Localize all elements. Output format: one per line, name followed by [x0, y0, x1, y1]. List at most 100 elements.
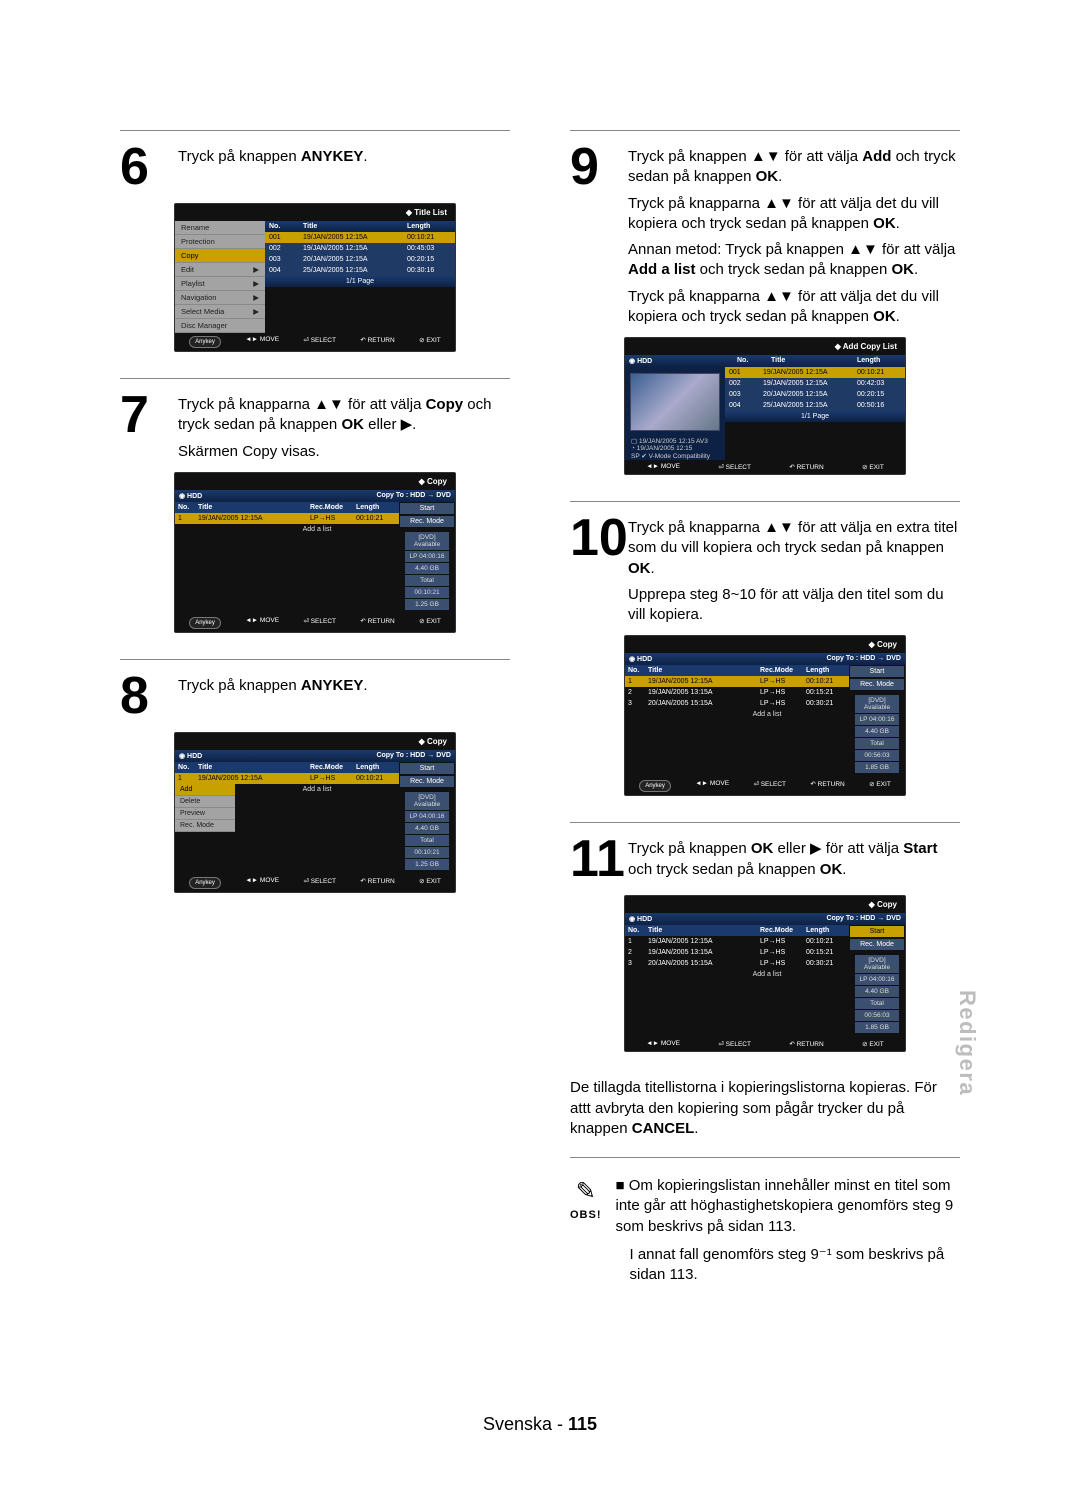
osd-help-bar: Anykey◄► MOVE⏎ SELECT↶ RETURN⊘ EXIT	[175, 614, 455, 632]
table-row[interactable]: 320/JAN/2005 15:15ALP→HS00:30:21	[625, 958, 849, 969]
osd-copy-step7: Copy◉ HDDCopy To : HDD → DVDNo.TitleRec.…	[174, 472, 456, 633]
step-text: Tryck på knappen ANYKEY.	[178, 147, 368, 167]
osd-help-bar: Anykey◄► MOVE⏎ SELECT↶ RETURN⊘ EXIT	[175, 874, 455, 892]
side-button[interactable]: Rec. Mode	[400, 516, 454, 527]
menu-item[interactable]: Select Media▶	[175, 305, 265, 319]
step-text: Upprepa steg 8~10 för att välja den tite…	[628, 585, 960, 626]
step-text: Tryck på knapparna ▲▼ för att välja Copy…	[178, 395, 510, 436]
step-text: Tryck på knapparna ▲▼ för att välja det …	[628, 287, 960, 328]
step-text: Tryck på knapparna ▲▼ för att välja en e…	[628, 518, 960, 579]
note-line: I annat fall genomförs steg 9⁻¹ som besk…	[616, 1245, 961, 1286]
osd-copy-step10: Copy◉ HDDCopy To : HDD → DVDNo.TitleRec.…	[624, 635, 906, 796]
note-label: OBS!	[570, 1208, 602, 1223]
page-footer: Svenska - 115	[0, 1414, 1080, 1435]
menu-item[interactable]: Copy	[175, 249, 265, 263]
osd-title-list: Title List RenameProtectionCopyEdit▶Play…	[174, 203, 456, 352]
step-number: 10	[570, 512, 620, 564]
step-text: Tryck på knappen OK eller ▶ för att välj…	[628, 839, 960, 880]
osd-help-bar: ◄► MOVE⏎ SELECT↶ RETURN⊘ EXIT	[625, 1037, 905, 1051]
divider	[570, 501, 960, 502]
osd-title: Copy	[175, 733, 455, 750]
osd-title: Copy	[175, 473, 455, 490]
table-row[interactable]: 00219/JAN/2005 12:15A00:42:03	[725, 378, 905, 389]
table-row[interactable]: 00320/JAN/2005 12:15A00:20:15	[265, 254, 455, 265]
table-row[interactable]: 119/JAN/2005 12:15ALP→HS00:10:21	[175, 773, 399, 784]
note-icon: ✎	[570, 1176, 602, 1208]
step-6: 6 Tryck på knappen ANYKEY.	[120, 141, 510, 193]
add-a-list[interactable]: Add a list	[685, 709, 849, 718]
two-column-layout: 6 Tryck på knappen ANYKEY. Title List Re…	[120, 130, 960, 1293]
table-row[interactable]: 119/JAN/2005 12:15ALP→HS00:10:21	[175, 513, 399, 524]
add-a-list[interactable]: Add a list	[235, 524, 399, 533]
step-number: 11	[570, 833, 620, 885]
table-row[interactable]: 119/JAN/2005 12:15ALP→HS00:10:21	[625, 936, 849, 947]
step-number: 8	[120, 670, 170, 722]
submenu-item[interactable]: Rec. Mode	[175, 820, 235, 832]
osd-copy-step11: Copy◉ HDDCopy To : HDD → DVDNo.TitleRec.…	[624, 895, 906, 1052]
table-row[interactable]: 00219/JAN/2005 12:15A00:45:03	[265, 243, 455, 254]
side-button[interactable]: Start	[400, 503, 454, 514]
menu-item[interactable]: Edit▶	[175, 263, 265, 277]
step-number: 7	[120, 389, 170, 441]
osd-copy-step8: Copy◉ HDDCopy To : HDD → DVDNo.TitleRec.…	[174, 732, 456, 893]
step-text: Skärmen Copy visas.	[178, 442, 510, 462]
side-button[interactable]: Start	[400, 763, 454, 774]
right-column: 9 Tryck på knappen ▲▼ för att välja Add …	[570, 130, 960, 1293]
step-8: 8 Tryck på knappen ANYKEY.	[120, 670, 510, 722]
context-submenu: AddDeletePreviewRec. Mode	[175, 784, 235, 832]
submenu-item[interactable]: Preview	[175, 808, 235, 820]
table-row[interactable]: 119/JAN/2005 12:15ALP→HS00:10:21	[625, 676, 849, 687]
osd-title: Copy	[625, 896, 905, 913]
table-row[interactable]: 219/JAN/2005 13:15ALP→HS00:15:21	[625, 687, 849, 698]
preview-thumbnail	[630, 373, 720, 431]
osd-help-bar: ◄► MOVE ⏎ SELECT ↶ RETURN ⊘ EXIT	[625, 460, 905, 474]
add-a-list[interactable]: Add a list	[235, 784, 399, 832]
table-row[interactable]: 00320/JAN/2005 12:15A00:20:15	[725, 389, 905, 400]
step-11: 11 Tryck på knappen OK eller ▶ för att v…	[570, 833, 960, 885]
osd-title: Title List	[175, 204, 455, 221]
osd-help-bar: Anykey ◄► MOVE ⏎ SELECT ↶ RETURN ⊘ EXIT	[175, 333, 455, 351]
osd-title: Add Copy List	[625, 338, 905, 355]
menu-item[interactable]: Rename	[175, 221, 265, 235]
osd-add-copy-list: Add Copy List ◉ HDD No. Title Length ▢ 1…	[624, 337, 906, 475]
side-button[interactable]: Rec. Mode	[850, 939, 904, 950]
menu-item[interactable]: Navigation▶	[175, 291, 265, 305]
submenu-item[interactable]: Add	[175, 784, 235, 796]
table-row[interactable]: 00425/JAN/2005 12:15A00:30:16	[265, 265, 455, 276]
menu-item[interactable]: Playlist▶	[175, 277, 265, 291]
table-row[interactable]: 00119/JAN/2005 12:15A00:10:21	[725, 367, 905, 378]
menu-item[interactable]: Protection	[175, 235, 265, 249]
note-box: ✎ OBS! ■ Om kopieringslistan innehåller …	[570, 1176, 960, 1293]
side-button[interactable]: Rec. Mode	[850, 679, 904, 690]
table-row[interactable]: 00119/JAN/2005 12:15A00:10:21	[265, 232, 455, 243]
side-button[interactable]: Start	[850, 666, 904, 677]
step-text: Annan metod: Tryck på knappen ▲▼ för att…	[628, 240, 960, 281]
menu-item[interactable]: Disc Manager	[175, 319, 265, 333]
add-a-list[interactable]: Add a list	[685, 969, 849, 978]
divider	[120, 378, 510, 379]
divider	[570, 1157, 960, 1158]
table-row[interactable]: 00425/JAN/2005 12:15A00:50:16	[725, 400, 905, 411]
step-number: 6	[120, 141, 170, 193]
step-text: Tryck på knapparna ▲▼ för att välja det …	[628, 194, 960, 235]
title-list-menu: RenameProtectionCopyEdit▶Playlist▶Naviga…	[175, 221, 265, 333]
left-column: 6 Tryck på knappen ANYKEY. Title List Re…	[120, 130, 510, 1293]
side-tab: Redigera	[954, 990, 980, 1096]
divider	[570, 822, 960, 823]
step-text: Tryck på knappen ANYKEY.	[178, 676, 368, 696]
table-row[interactable]: 320/JAN/2005 15:15ALP→HS00:30:21	[625, 698, 849, 709]
divider	[120, 659, 510, 660]
side-button[interactable]: Start	[850, 926, 904, 937]
step-10: 10 Tryck på knapparna ▲▼ för att välja e…	[570, 512, 960, 625]
page: 6 Tryck på knappen ANYKEY. Title List Re…	[0, 0, 1080, 1487]
osd-help-bar: Anykey◄► MOVE⏎ SELECT↶ RETURN⊘ EXIT	[625, 777, 905, 795]
submenu-item[interactable]: Delete	[175, 796, 235, 808]
step-7: 7 Tryck på knapparna ▲▼ för att välja Co…	[120, 389, 510, 462]
step-9: 9 Tryck på knappen ▲▼ för att välja Add …	[570, 141, 960, 327]
note-line: ■ Om kopieringslistan innehåller minst e…	[616, 1176, 961, 1237]
step-11-after-text: De tillagda titellistorna i kopieringsli…	[570, 1078, 960, 1139]
table-row[interactable]: 219/JAN/2005 13:15ALP→HS00:15:21	[625, 947, 849, 958]
side-button[interactable]: Rec. Mode	[400, 776, 454, 787]
step-text: Tryck på knappen ▲▼ för att välja Add oc…	[628, 147, 960, 188]
osd-title: Copy	[625, 636, 905, 653]
